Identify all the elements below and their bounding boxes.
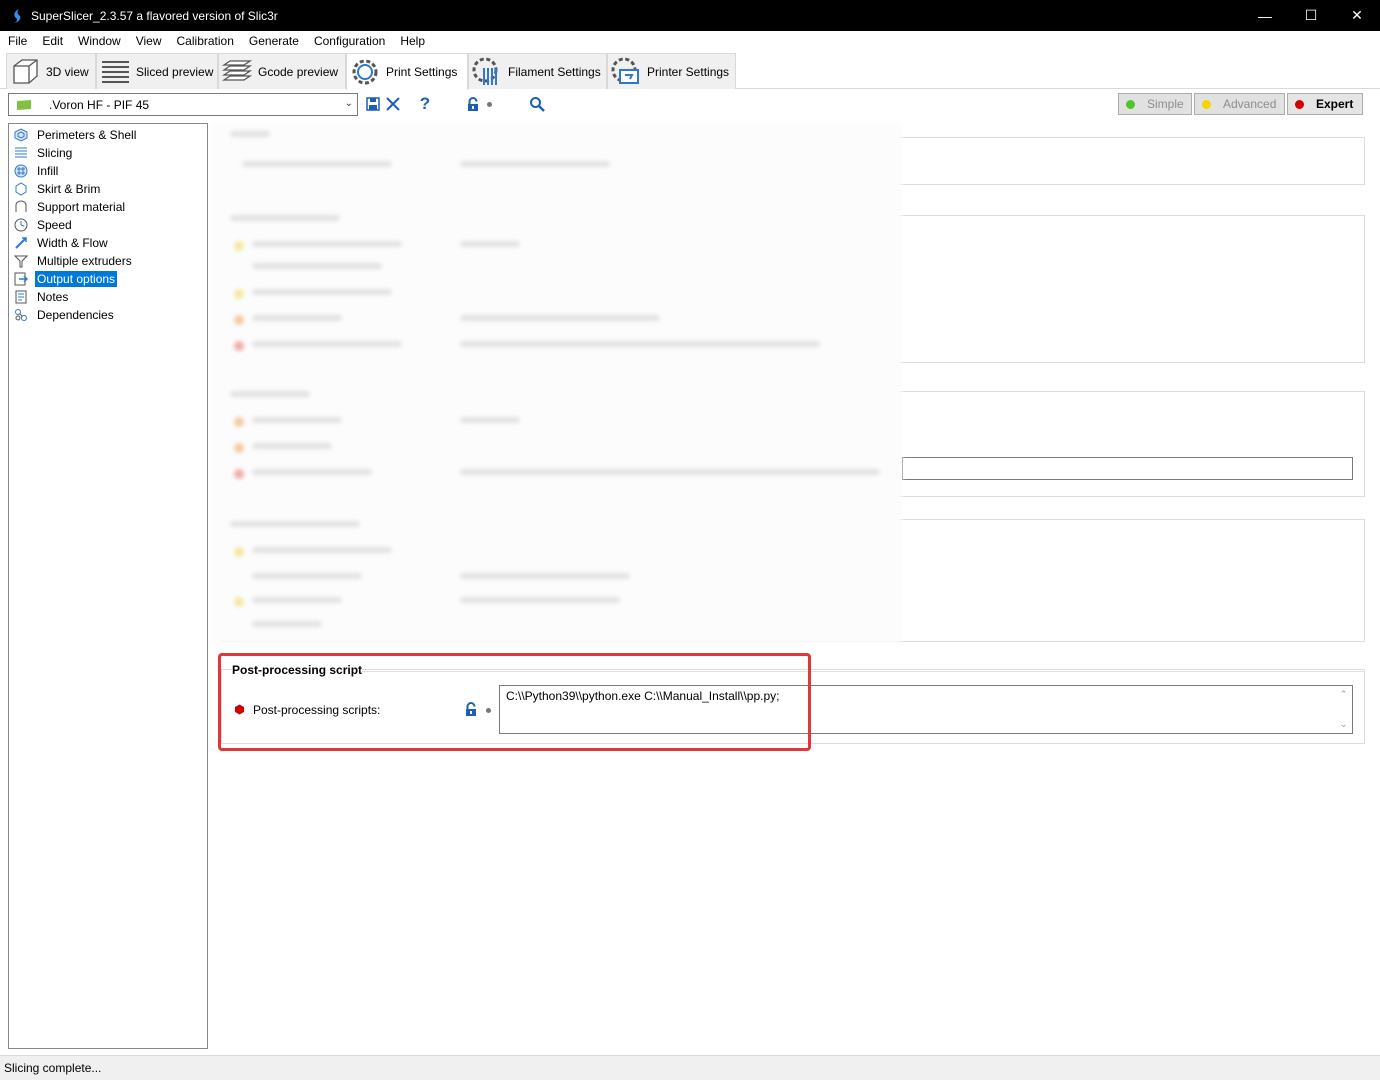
menu-calibration[interactable]: Calibration (169, 34, 241, 48)
delete-icon[interactable] (384, 95, 402, 113)
tab-label: Gcode preview (258, 64, 339, 79)
settings-content: Post-processing script Post-processing s… (212, 123, 1372, 1049)
mode-label: Simple (1147, 97, 1184, 111)
menu-generate[interactable]: Generate (241, 34, 306, 48)
menu-window[interactable]: Window (70, 34, 128, 48)
sidebar-item-width-flow[interactable]: Width & Flow (9, 234, 207, 252)
scroll-down-icon[interactable]: ⌄ (1340, 719, 1348, 730)
preset-combobox[interactable]: .Voron HF - PIF 45 ⌄ (8, 93, 358, 116)
mode-simple-button[interactable]: Simple (1118, 93, 1192, 115)
green-dot-icon (1126, 99, 1135, 109)
sidebar-item-notes[interactable]: Notes (9, 288, 207, 306)
menu-edit[interactable]: Edit (34, 34, 70, 48)
red-dot-icon (1295, 99, 1304, 109)
tab-label: Printer Settings (647, 64, 730, 79)
notes-icon (15, 290, 27, 304)
sidebar-item-dependencies[interactable]: Dependencies (9, 306, 207, 324)
settings-sidebar: Perimeters & Shell Slicing Infill Skirt … (8, 123, 208, 1049)
window-title: SuperSlicer_2.3.57 a flavored version of… (31, 8, 278, 23)
menu-configuration[interactable]: Configuration (306, 34, 392, 48)
title-bar: SuperSlicer_2.3.57 a flavored version of… (0, 0, 1380, 31)
tab-filament-settings[interactable]: Filament Settings (468, 53, 607, 89)
dependencies-icon (15, 309, 27, 321)
option-input-field[interactable] (902, 457, 1353, 480)
yellow-dot-icon (1202, 99, 1211, 109)
superslicer-logo-icon (14, 8, 21, 23)
mode-expert-button[interactable]: Expert (1287, 93, 1363, 115)
slicing-icon (15, 147, 27, 158)
tab-bar: 3D view Sliced preview Gcode preview Pri… (0, 51, 1380, 90)
layers-icon (102, 60, 129, 83)
width-flow-icon (15, 237, 27, 249)
sidebar-item-perimeters[interactable]: Perimeters & Shell (9, 126, 207, 144)
sidebar-item-infill[interactable]: Infill (9, 162, 207, 180)
mode-advanced-button[interactable]: Advanced (1194, 93, 1285, 115)
spool-icon (472, 57, 498, 85)
chevron-down-icon[interactable]: ⌄ (345, 98, 353, 109)
tab-sliced-preview[interactable]: Sliced preview (96, 53, 218, 89)
sidebar-item-slicing[interactable]: Slicing (9, 144, 207, 162)
speed-icon (14, 218, 28, 232)
tab-print-settings[interactable]: Print Settings (346, 53, 468, 90)
skirt-icon (15, 182, 27, 196)
mode-label: Advanced (1223, 97, 1277, 111)
settings-toolbar: .Voron HF - PIF 45 ⌄ ? Simple Advanced E… (0, 92, 1380, 118)
printer-gear-icon (611, 57, 639, 84)
tab-label: Print Settings (386, 65, 458, 79)
question-icon[interactable]: ? (416, 94, 434, 113)
sidebar-item-speed[interactable]: Speed (9, 216, 207, 234)
status-text: Slicing complete... (4, 1061, 102, 1075)
sidebar-item-output-options[interactable]: Output options (9, 270, 207, 288)
system-value-dot-icon (487, 102, 492, 107)
infill-icon (14, 164, 28, 178)
support-icon (15, 200, 27, 212)
scroll-up-icon[interactable]: ⌃ (1340, 689, 1348, 700)
close-button[interactable]: ✕ (1334, 0, 1380, 31)
tab-label: 3D view (46, 64, 89, 79)
tab-label: Filament Settings (508, 64, 601, 79)
menu-help[interactable]: Help (392, 34, 432, 48)
flag-icon (17, 99, 31, 110)
tab-printer-settings[interactable]: Printer Settings (607, 53, 736, 89)
lock-icon[interactable] (464, 95, 482, 113)
maximize-button[interactable]: ☐ (1288, 0, 1334, 31)
search-icon[interactable] (528, 95, 546, 113)
blurred-redacted-area (212, 123, 902, 643)
tab-gcode-preview[interactable]: Gcode preview (218, 53, 346, 89)
menu-view[interactable]: View (128, 34, 169, 48)
tab-label: Sliced preview (136, 64, 214, 79)
status-bar: Slicing complete... (0, 1055, 1380, 1080)
perimeters-icon (14, 128, 28, 142)
stack-icon (221, 59, 253, 81)
gear-icon (352, 59, 378, 85)
preset-name: .Voron HF - PIF 45 (49, 97, 150, 112)
sidebar-item-support[interactable]: Support material (9, 198, 207, 216)
textarea-scrollbar[interactable]: ⌃ ⌄ (1335, 686, 1352, 733)
annotation-highlight-box (218, 653, 811, 751)
sidebar-item-skirt-brim[interactable]: Skirt & Brim (9, 180, 207, 198)
sidebar-item-extruders[interactable]: Multiple extruders (9, 252, 207, 270)
cube-icon (13, 58, 38, 84)
minimize-button[interactable]: — (1242, 0, 1288, 31)
output-icon (14, 272, 28, 286)
extruders-icon (14, 255, 28, 268)
menu-bar: File Edit Window View Calibration Genera… (0, 31, 1380, 51)
menu-file[interactable]: File (0, 34, 34, 48)
tab-3d-view[interactable]: 3D view (6, 53, 96, 89)
save-icon[interactable] (364, 95, 382, 113)
mode-label: Expert (1316, 97, 1354, 111)
